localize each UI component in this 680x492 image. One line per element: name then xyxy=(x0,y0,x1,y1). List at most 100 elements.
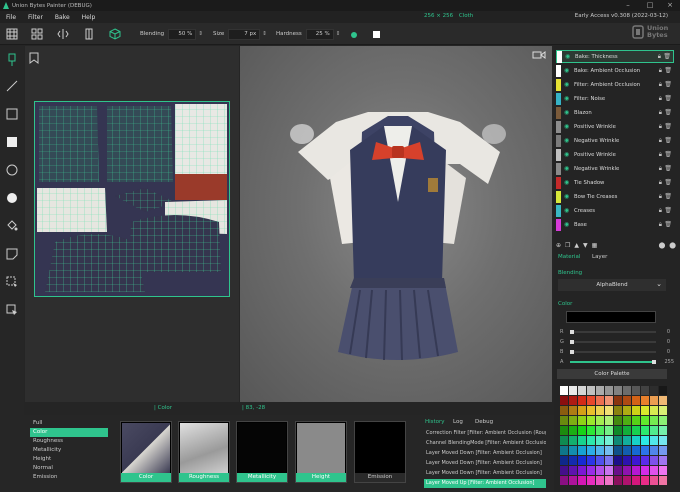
color-palette-grid[interactable] xyxy=(560,386,668,486)
palette-swatch[interactable] xyxy=(632,446,640,455)
menu-help[interactable]: Help xyxy=(82,14,96,21)
tab-material[interactable]: Material xyxy=(558,254,580,260)
eye-icon[interactable]: ◉ xyxy=(564,165,571,172)
palette-swatch[interactable] xyxy=(614,436,622,445)
palette-swatch[interactable] xyxy=(659,446,667,455)
3d-viewport[interactable] xyxy=(240,46,552,402)
duplicate-layer-icon[interactable]: ❐ xyxy=(565,242,570,249)
trash-icon[interactable]: 🗑︎ xyxy=(664,151,672,158)
palette-swatch[interactable] xyxy=(650,436,658,445)
eye-icon[interactable]: ◉ xyxy=(564,81,571,88)
lock-icon[interactable]: 🔒︎ xyxy=(659,67,662,75)
merge-icon[interactable]: ⬤ xyxy=(669,242,676,249)
color-palette-button[interactable]: Color Palette xyxy=(557,369,667,379)
palette-swatch[interactable] xyxy=(587,456,595,465)
palette-swatch[interactable] xyxy=(596,476,604,485)
palette-swatch[interactable] xyxy=(641,446,649,455)
trash-icon[interactable]: 🗑︎ xyxy=(664,165,672,172)
palette-swatch[interactable] xyxy=(605,416,613,425)
palette-swatch[interactable] xyxy=(614,416,622,425)
palette-swatch[interactable] xyxy=(641,386,649,395)
layer-row[interactable]: ◉ Negative Wrinkle 🔒︎ 🗑︎ xyxy=(556,162,674,175)
palette-swatch[interactable] xyxy=(650,426,658,435)
palette-swatch[interactable] xyxy=(569,446,577,455)
trash-icon[interactable]: 🗑︎ xyxy=(664,179,672,186)
line-tool-icon[interactable] xyxy=(4,78,20,94)
palette-swatch[interactable] xyxy=(641,466,649,475)
blending-mode-select[interactable]: AlphaBlend ⌄ xyxy=(558,279,666,291)
lock-icon[interactable]: 🔒︎ xyxy=(659,193,662,201)
palette-swatch[interactable] xyxy=(614,406,622,415)
layer-row[interactable]: ◉ Positive Wrinkle 🔒︎ 🗑︎ xyxy=(556,148,674,161)
palette-swatch[interactable] xyxy=(623,416,631,425)
palette-swatch[interactable] xyxy=(632,476,640,485)
palette-swatch[interactable] xyxy=(587,476,595,485)
lock-icon[interactable]: 🔒︎ xyxy=(659,207,662,215)
layer-row[interactable]: ◉ Positive Wrinkle 🔒︎ 🗑︎ xyxy=(556,120,674,133)
palette-swatch[interactable] xyxy=(650,386,658,395)
single-view-icon[interactable] xyxy=(82,27,96,41)
palette-swatch[interactable] xyxy=(596,416,604,425)
palette-swatch[interactable] xyxy=(578,466,586,475)
size-stepper-icon[interactable]: ⇕ xyxy=(262,31,267,37)
palette-swatch[interactable] xyxy=(614,446,622,455)
palette-swatch[interactable] xyxy=(560,426,568,435)
palette-swatch[interactable] xyxy=(560,386,568,395)
history-item[interactable]: Layer Moved Down [Filter: Ambient Occlus… xyxy=(424,469,546,478)
palette-swatch[interactable] xyxy=(596,456,604,465)
palette-swatch[interactable] xyxy=(659,416,667,425)
palette-swatch[interactable] xyxy=(614,386,622,395)
palette-swatch[interactable] xyxy=(569,396,577,405)
palette-swatch[interactable] xyxy=(659,406,667,415)
palette-swatch[interactable] xyxy=(659,426,667,435)
palette-swatch[interactable] xyxy=(623,396,631,405)
close-button[interactable]: × xyxy=(662,0,678,11)
palette-swatch[interactable] xyxy=(569,406,577,415)
trash-icon[interactable]: 🗑︎ xyxy=(664,207,672,214)
palette-swatch[interactable] xyxy=(632,466,640,475)
palette-swatch[interactable] xyxy=(587,446,595,455)
history-item[interactable]: Layer Moved Down [Filter: Ambient Occlus… xyxy=(424,449,546,458)
b-slider[interactable] xyxy=(570,350,656,354)
palette-swatch[interactable] xyxy=(650,406,658,415)
palette-swatch[interactable] xyxy=(623,436,631,445)
palette-swatch[interactable] xyxy=(650,396,658,405)
palette-swatch[interactable] xyxy=(578,396,586,405)
trash-icon[interactable]: 🗑︎ xyxy=(663,53,671,60)
palette-swatch[interactable] xyxy=(587,416,595,425)
menu-bake[interactable]: Bake xyxy=(55,14,70,21)
palette-swatch[interactable] xyxy=(641,436,649,445)
3d-view-icon[interactable] xyxy=(108,27,122,41)
palette-swatch[interactable] xyxy=(587,396,595,405)
lock-icon[interactable]: 🔒︎ xyxy=(659,109,662,117)
eye-icon[interactable]: ◉ xyxy=(564,109,571,116)
palette-swatch[interactable] xyxy=(605,456,613,465)
trash-icon[interactable]: 🗑︎ xyxy=(664,67,672,74)
palette-swatch[interactable] xyxy=(596,446,604,455)
layer-row[interactable]: ◉ Bow Tie Creases 🔒︎ 🗑︎ xyxy=(556,190,674,203)
palette-swatch[interactable] xyxy=(560,456,568,465)
eye-icon[interactable]: ◉ xyxy=(565,53,572,60)
layer-row[interactable]: ◉ Negative Wrinkle 🔒︎ 🗑︎ xyxy=(556,134,674,147)
palette-swatch[interactable] xyxy=(569,436,577,445)
palette-swatch[interactable] xyxy=(641,406,649,415)
palette-swatch[interactable] xyxy=(596,426,604,435)
palette-swatch[interactable] xyxy=(578,416,586,425)
palette-swatch[interactable] xyxy=(641,456,649,465)
palette-swatch[interactable] xyxy=(596,396,604,405)
fill-bucket-tool-icon[interactable] xyxy=(4,218,20,234)
palette-swatch[interactable] xyxy=(632,426,640,435)
layer-row[interactable]: ◉ Bake: Thickness 🔒︎ 🗑︎ xyxy=(556,50,674,63)
history-item[interactable]: Correction Filter [Filter: Ambient Occlu… xyxy=(424,429,546,438)
palette-swatch[interactable] xyxy=(596,406,604,415)
palette-swatch[interactable] xyxy=(560,466,568,475)
add-layer-icon[interactable]: ⊕ xyxy=(556,242,561,249)
trash-icon[interactable]: 🗑︎ xyxy=(664,137,672,144)
palette-swatch[interactable] xyxy=(659,436,667,445)
palette-swatch[interactable] xyxy=(560,396,568,405)
palette-swatch[interactable] xyxy=(614,456,622,465)
eye-icon[interactable]: ◉ xyxy=(564,193,571,200)
eye-icon[interactable]: ◉ xyxy=(564,123,571,130)
palette-swatch[interactable] xyxy=(578,406,586,415)
palette-swatch[interactable] xyxy=(560,416,568,425)
